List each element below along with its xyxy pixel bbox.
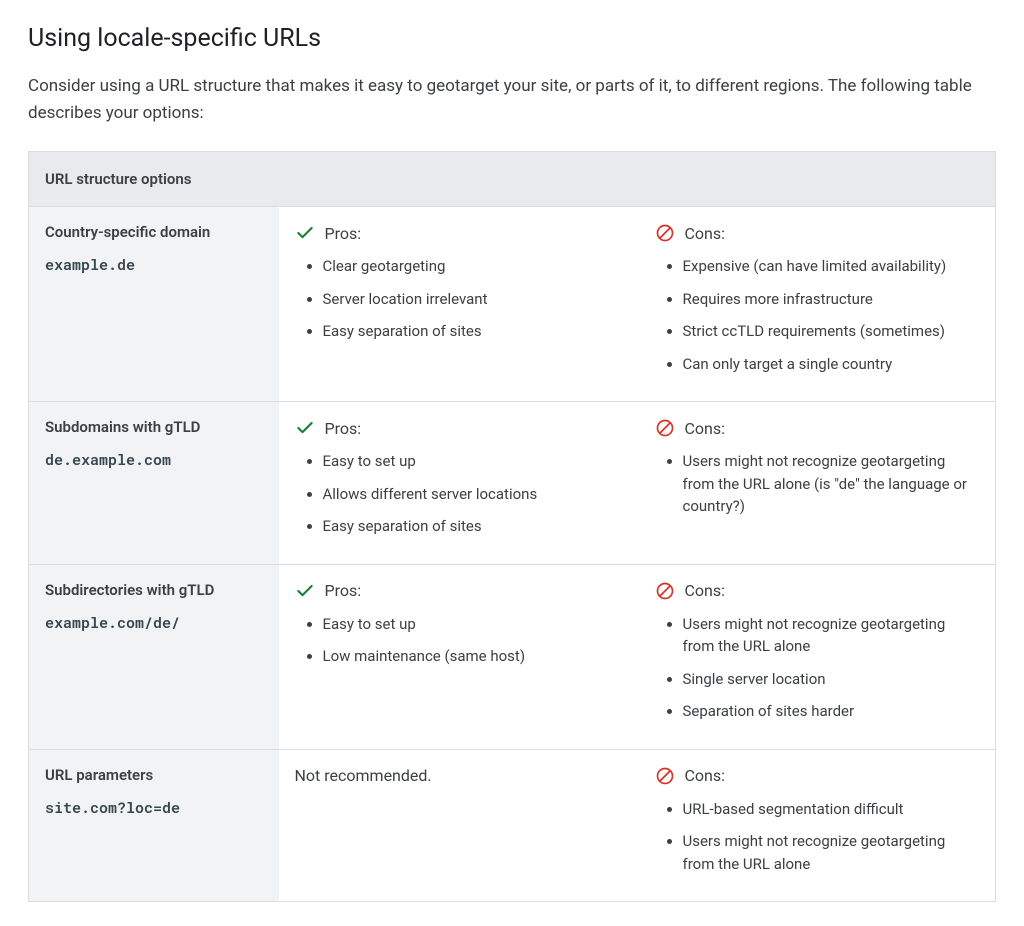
list-item: Allows different server locations xyxy=(323,483,623,506)
list-item: Easy separation of sites xyxy=(323,320,623,343)
url-structure-table: URL structure options Country-specific d… xyxy=(28,151,996,902)
no-icon xyxy=(655,581,675,601)
list-item: Clear geotargeting xyxy=(323,255,623,278)
pros-cell: Pros: Clear geotargeting Server location i… xyxy=(279,207,639,402)
table-row: Subdirectories with gTLDexample.com/de/ … xyxy=(29,564,996,749)
option-title: URL parameters xyxy=(45,766,263,784)
list-item: Users might not recognize geotargeting f… xyxy=(683,613,980,658)
option-example: site.com?loc=de xyxy=(45,798,180,818)
cons-list: Expensive (can have limited availability… xyxy=(655,255,980,375)
cons-list: URL-based segmentation difficult Users mi… xyxy=(655,798,980,876)
cons-cell: Cons: Users might not recognize geotarget… xyxy=(639,402,996,565)
option-example: example.com/de/ xyxy=(45,613,180,633)
pros-label: Pros: xyxy=(325,419,362,438)
table-row: Country-specific domain example.de Pros: C… xyxy=(29,207,996,402)
option-title: Subdirectories with gTLD xyxy=(45,581,263,599)
table-header: URL structure options xyxy=(29,152,996,207)
pros-list: Clear geotargeting Server location irrele… xyxy=(295,255,623,343)
no-icon xyxy=(655,766,675,786)
option-cell: Country-specific domain example.de xyxy=(29,207,279,402)
option-example: example.de xyxy=(45,255,135,275)
cons-label: Cons: xyxy=(685,766,726,785)
option-cell: Subdomains with gTLD de.example.com xyxy=(29,402,279,565)
list-item: Can only target a single country xyxy=(683,353,980,376)
cons-cell: Cons: Users might not recognize geotarget… xyxy=(639,564,996,749)
pros-label: Pros: xyxy=(325,581,362,600)
cons-list: Users might not recognize geotargeting f… xyxy=(655,450,980,518)
option-title: Country-specific domain xyxy=(45,223,263,241)
list-item: Single server location xyxy=(683,668,980,691)
pros-label: Pros: xyxy=(325,224,362,243)
list-item: Strict ccTLD requirements (sometimes) xyxy=(683,320,980,343)
check-icon xyxy=(295,223,315,243)
pros-list: Easy to set up Low maintenance (same host… xyxy=(295,613,623,668)
page-title: Using locale-specific URLs xyxy=(28,24,996,53)
intro-paragraph: Consider using a URL structure that make… xyxy=(28,73,996,127)
list-item: Easy to set up xyxy=(323,450,623,473)
option-example: de.example.com xyxy=(45,450,171,470)
pros-cell: Not recommended. xyxy=(279,749,639,902)
no-icon xyxy=(655,418,675,438)
option-title: Subdomains with gTLD xyxy=(45,418,263,436)
no-icon xyxy=(655,223,675,243)
pros-cell: Pros: Easy to set up Low maintenance (same… xyxy=(279,564,639,749)
cons-label: Cons: xyxy=(685,581,726,600)
pros-plain-text: Not recommended. xyxy=(295,766,623,785)
list-item: Server location irrelevant xyxy=(323,288,623,311)
cons-cell: Cons: URL-based segmentation difficult Use… xyxy=(639,749,996,902)
list-item: Users might not recognize geotargeting f… xyxy=(683,830,980,875)
pros-cell: Pros: Easy to set up Allows different serv… xyxy=(279,402,639,565)
list-item: Users might not recognize geotargeting f… xyxy=(683,450,980,518)
list-item: Easy separation of sites xyxy=(323,515,623,538)
pros-list: Easy to set up Allows different server lo… xyxy=(295,450,623,538)
list-item: URL-based segmentation difficult xyxy=(683,798,980,821)
check-icon xyxy=(295,418,315,438)
list-item: Requires more infrastructure xyxy=(683,288,980,311)
table-row: URL parameters site.com?loc=de Not recomme… xyxy=(29,749,996,902)
cons-label: Cons: xyxy=(685,419,726,438)
list-item: Expensive (can have limited availability… xyxy=(683,255,980,278)
option-cell: Subdirectories with gTLD example.com/de/ xyxy=(29,564,279,749)
cons-label: Cons: xyxy=(685,224,726,243)
cons-cell: Cons: Expensive (can have limited availab… xyxy=(639,207,996,402)
list-item: Separation of sites harder xyxy=(683,700,980,723)
list-item: Low maintenance (same host) xyxy=(323,645,623,668)
table-row: Subdomains with gTLD de.example.com Pros:… xyxy=(29,402,996,565)
cons-list: Users might not recognize geotargeting f… xyxy=(655,613,980,723)
option-cell: URL parameters site.com?loc=de xyxy=(29,749,279,902)
list-item: Easy to set up xyxy=(323,613,623,636)
check-icon xyxy=(295,581,315,601)
